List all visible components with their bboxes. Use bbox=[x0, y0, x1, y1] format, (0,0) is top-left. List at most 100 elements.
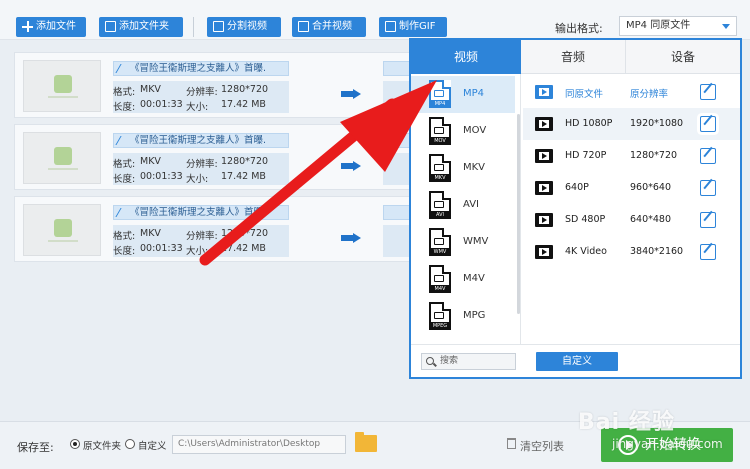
format-popup: 视频 音频 设备 MP4 MP4 MOV MOV MKV MKV AVI AVI… bbox=[409, 38, 742, 379]
make-gif-button[interactable]: 制作GIF bbox=[379, 17, 447, 37]
film-icon bbox=[535, 117, 553, 131]
format-item-mov[interactable]: MOV MOV bbox=[411, 113, 515, 150]
file-name: 《冒险王衞斯理之支離人》首曝. bbox=[130, 207, 267, 218]
format-item-mp4[interactable]: MP4 MP4 bbox=[411, 76, 515, 113]
output-name-field[interactable] bbox=[383, 61, 411, 76]
folder-icon bbox=[105, 21, 116, 32]
resolution-item[interactable]: 4K Video 3840*2160 bbox=[523, 236, 740, 268]
toolbar-divider bbox=[193, 17, 194, 37]
resolution-dim: 3840*2160 bbox=[630, 246, 684, 257]
file-tag: MKV bbox=[429, 174, 451, 182]
format-list-scrollbar[interactable] bbox=[517, 114, 520, 314]
format-name: AVI bbox=[463, 199, 479, 210]
file-row[interactable]: 《冒险王衞斯理之支離人》首曝. 格式: MKV 分辨率: 1280*720 长度… bbox=[14, 124, 411, 190]
duration-label: 长度: bbox=[113, 246, 136, 257]
search-input[interactable]: 搜索 bbox=[421, 353, 516, 370]
resolution-value: 1280*720 bbox=[221, 84, 269, 95]
pencil-icon bbox=[115, 208, 129, 217]
format-name: MP4 bbox=[463, 88, 485, 99]
resolution-item[interactable]: HD 720P 1280*720 bbox=[523, 140, 740, 172]
video-thumbnail bbox=[23, 60, 101, 112]
radio-source-folder[interactable] bbox=[70, 439, 80, 449]
size-value: 17.42 MB bbox=[221, 243, 266, 254]
edit-icon[interactable] bbox=[700, 244, 716, 260]
file-meta: 格式: MKV 分辨率: 1280*720 长度: 00:01:33 大小: 1… bbox=[113, 81, 289, 113]
make-gif-label: 制作GIF bbox=[399, 21, 436, 32]
chevron-down-icon bbox=[722, 24, 730, 29]
file-tag: M4V bbox=[429, 285, 451, 293]
resolution-item[interactable]: 640P 960*640 bbox=[523, 172, 740, 204]
resolution-label: 分辨率: bbox=[186, 231, 218, 242]
save-to-label: 保存至: bbox=[17, 441, 54, 454]
convert-arrow-icon bbox=[341, 233, 363, 243]
film-icon bbox=[535, 213, 553, 227]
tab-device[interactable]: 设备 bbox=[626, 40, 740, 74]
edit-icon[interactable] bbox=[700, 212, 716, 228]
format-item-mpg[interactable]: MPEG MPG bbox=[411, 298, 515, 335]
resolution-dim: 960*640 bbox=[630, 182, 672, 193]
add-folder-button[interactable]: 添加文件夹 bbox=[99, 17, 183, 37]
radio-source-folder-label: 原文件夹 bbox=[83, 441, 122, 452]
video-file-icon: MP4 bbox=[429, 80, 451, 108]
radio-custom-label: 自定义 bbox=[138, 441, 167, 452]
edit-icon[interactable] bbox=[700, 116, 716, 132]
format-item-m4v[interactable]: M4V M4V bbox=[411, 261, 515, 298]
split-icon bbox=[213, 21, 224, 32]
output-format-value: MP4 同原文件 bbox=[626, 20, 691, 31]
popup-bottom-bar: 搜索 自定义 bbox=[411, 344, 740, 377]
duration-value: 00:01:33 bbox=[140, 171, 183, 182]
merge-video-button[interactable]: 合并视频 bbox=[292, 17, 366, 37]
split-video-button[interactable]: 分割视频 bbox=[207, 17, 281, 37]
video-file-icon: MKV bbox=[429, 154, 451, 182]
edit-icon[interactable] bbox=[700, 148, 716, 164]
resolution-name: 同原文件 bbox=[565, 89, 604, 100]
format-item-mkv[interactable]: MKV MKV bbox=[411, 150, 515, 187]
duration-value: 00:01:33 bbox=[140, 243, 183, 254]
file-row[interactable]: 《冒险王衞斯理之支離人》首曝. 格式: MKV 分辨率: 1280*720 长度… bbox=[14, 196, 411, 262]
film-icon bbox=[535, 245, 553, 259]
resolution-item[interactable]: SD 480P 640*480 bbox=[523, 204, 740, 236]
convert-arrow-icon bbox=[341, 89, 363, 99]
clear-list-button[interactable]: 清空列表 bbox=[520, 438, 564, 454]
tab-video[interactable]: 视频 bbox=[411, 40, 521, 74]
size-label: 大小: bbox=[186, 102, 209, 113]
resolution-list: 同原文件 原分辨率 HD 1080P 1920*1080 HD 720P 128… bbox=[523, 74, 740, 344]
radio-custom[interactable] bbox=[125, 439, 135, 449]
resolution-item[interactable]: 同原文件 原分辨率 bbox=[523, 76, 740, 108]
resolution-item[interactable]: HD 1080P 1920*1080 bbox=[523, 108, 740, 140]
format-item-wmv[interactable]: WMV WMV bbox=[411, 224, 515, 261]
trash-icon[interactable] bbox=[507, 438, 516, 449]
output-meta bbox=[383, 225, 411, 257]
format-name: M4V bbox=[463, 273, 485, 284]
file-name-field[interactable]: 《冒险王衞斯理之支離人》首曝. bbox=[113, 61, 289, 76]
output-format-dropdown[interactable]: MP4 同原文件 bbox=[619, 16, 737, 36]
file-name: 《冒险王衞斯理之支離人》首曝. bbox=[130, 135, 267, 146]
file-name-field[interactable]: 《冒险王衞斯理之支離人》首曝. bbox=[113, 205, 289, 220]
size-label: 大小: bbox=[186, 174, 209, 185]
duration-label: 长度: bbox=[113, 102, 136, 113]
tab-audio[interactable]: 音频 bbox=[521, 40, 626, 74]
file-name-field[interactable]: 《冒险王衞斯理之支離人》首曝. bbox=[113, 133, 289, 148]
output-meta bbox=[383, 153, 411, 185]
output-name-field[interactable] bbox=[383, 133, 411, 148]
format-name: MPG bbox=[463, 310, 486, 321]
add-file-button[interactable]: 添加文件 bbox=[16, 17, 86, 37]
video-file-icon: M4V bbox=[429, 265, 451, 293]
format-item-avi[interactable]: AVI AVI bbox=[411, 187, 515, 224]
split-video-label: 分割视频 bbox=[227, 21, 267, 32]
folder-icon[interactable] bbox=[355, 432, 377, 452]
edit-icon[interactable] bbox=[700, 180, 716, 196]
output-format-label: 输出格式: bbox=[555, 22, 603, 35]
resolution-name: 640P bbox=[565, 182, 589, 193]
edit-icon[interactable] bbox=[700, 84, 716, 100]
file-row[interactable]: 《冒险王衞斯理之支離人》首曝. 格式: MKV 分辨率: 1280*720 长度… bbox=[14, 52, 411, 118]
output-name-field[interactable] bbox=[383, 205, 411, 220]
search-placeholder: 搜索 bbox=[440, 356, 459, 366]
merge-icon bbox=[298, 21, 309, 32]
custom-button[interactable]: 自定义 bbox=[536, 352, 618, 371]
video-file-icon: WMV bbox=[429, 228, 451, 256]
resolution-dim: 原分辨率 bbox=[630, 89, 669, 100]
format-value: MKV bbox=[140, 228, 161, 239]
resolution-name: HD 720P bbox=[565, 150, 607, 161]
save-path-field[interactable]: C:\Users\Administrator\Desktop bbox=[172, 435, 346, 454]
